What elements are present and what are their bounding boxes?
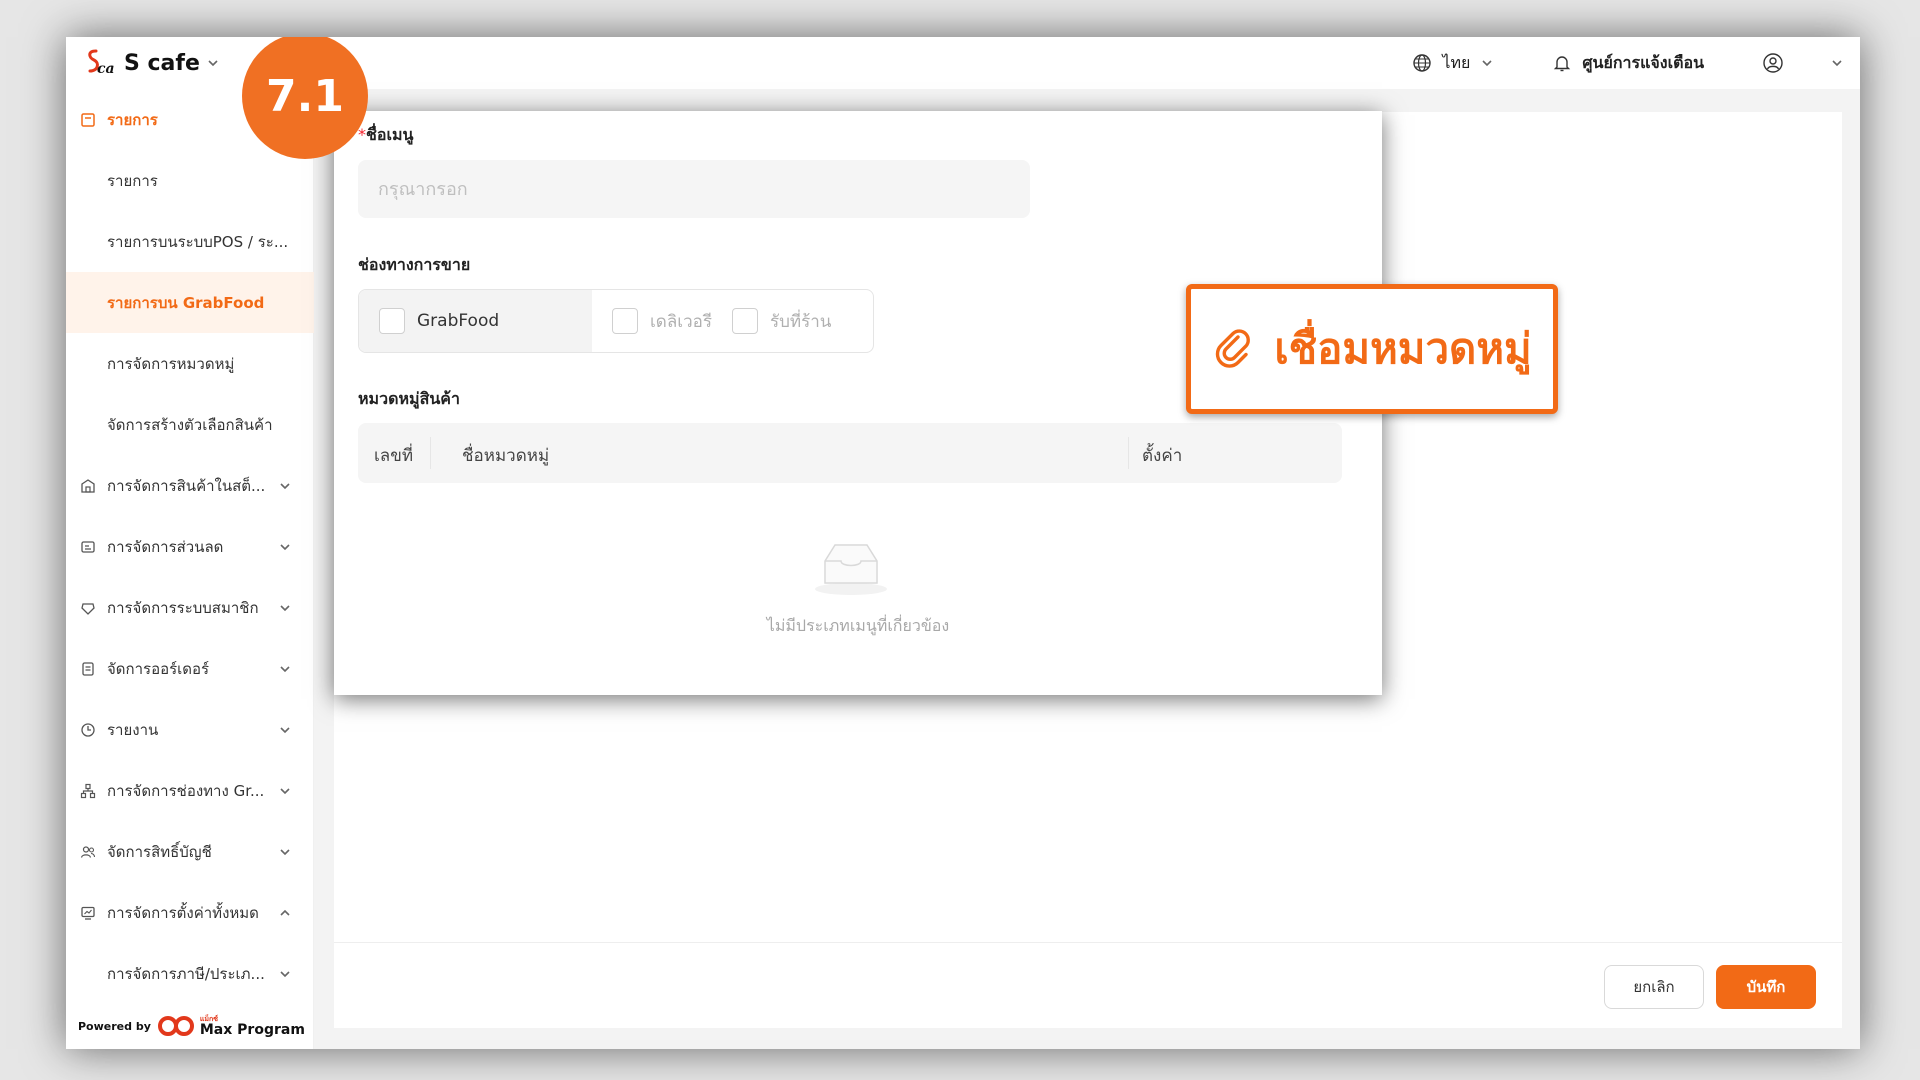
- sales-channel-group: GrabFood เดลิเวอรี รับที่ร้าน: [358, 289, 874, 353]
- chevron-down-icon: [280, 787, 290, 794]
- sidebar-item-label: จัดการสร้างตัวเลือกสินค้า: [107, 415, 273, 434]
- sidebar-subitem-grabfood[interactable]: รายการบน GrabFood: [66, 272, 314, 333]
- svg-text:ca: ca: [97, 61, 115, 77]
- settings-monitor-icon: [81, 906, 95, 920]
- user-avatar-icon[interactable]: [1762, 52, 1784, 74]
- sidebar-item-report[interactable]: รายงาน: [66, 699, 314, 760]
- chevron-up-icon: [280, 909, 290, 916]
- chevron-down-icon: [280, 726, 290, 733]
- chevron-down-icon[interactable]: [1830, 56, 1844, 70]
- link-category-callout: เชื่อมหมวดหมู่: [1186, 284, 1558, 414]
- sidebar-item-order[interactable]: จัดการออร์เดอร์: [66, 638, 314, 699]
- column-category-name: ชื่อหมวดหมู่: [462, 446, 550, 466]
- sidebar: รายการ รายการ รายการบนระบบPOS / ระ... รา…: [66, 89, 314, 1049]
- sidebar-item-stock[interactable]: การจัดการสินค้าในสต็...: [66, 455, 314, 516]
- menu-name-label-text: ชื่อเมนู: [366, 125, 414, 144]
- sidebar-item-label: การจัดการระบบสมาชิก: [107, 598, 259, 617]
- max-program-logo-icon: [157, 1016, 194, 1036]
- sidebar-item-member[interactable]: การจัดการระบบสมาชิก: [66, 577, 314, 638]
- max-program-logo: แม็กซ์ Max Program: [157, 1015, 305, 1037]
- category-table-header: เลขที่ ชื่อหมวดหมู่ ตั้งค่า: [358, 423, 1342, 483]
- chevron-down-icon: [280, 543, 290, 550]
- sidebar-subitem-options[interactable]: จัดการสร้างตัวเลือกสินค้า: [66, 394, 314, 455]
- sidebar-subitem-pos[interactable]: รายการบนระบบPOS / ระ...: [66, 211, 314, 272]
- channel-label: รับที่ร้าน: [770, 311, 832, 332]
- language-label: ไทย: [1442, 52, 1471, 72]
- app-switcher[interactable]: ca S cafe: [82, 47, 220, 79]
- callout-label: เชื่อมหมวดหมู่: [1274, 324, 1532, 373]
- powered-by: Powered by แม็กซ์ Max Program: [78, 1015, 305, 1037]
- link-icon: [1216, 329, 1251, 368]
- member-icon: [81, 602, 95, 615]
- category-label: หมวดหมู่สินค้า: [358, 389, 460, 408]
- menu-name-input[interactable]: [358, 160, 1030, 218]
- chevron-down-icon: [280, 604, 290, 611]
- sidebar-item-label: การจัดการตั้งค่าทั้งหมด: [107, 903, 259, 922]
- channel-delivery: เดลิเวอรี: [592, 290, 732, 352]
- globe-icon: [1413, 54, 1432, 72]
- channel-grabfood[interactable]: GrabFood: [359, 290, 592, 352]
- app-name: S cafe: [124, 50, 200, 76]
- sidebar-item-label: การจัดการช่องทาง Gr...: [107, 781, 265, 800]
- sidebar-item-label: รายการ: [107, 110, 158, 129]
- brand-label: Max Program: [199, 1021, 305, 1038]
- chevron-down-icon: [280, 665, 290, 672]
- chevron-down-icon: [208, 60, 218, 67]
- footer-divider: [334, 942, 1842, 943]
- sidebar-item-label: จัดการสิทธิ์บัญชี: [107, 842, 212, 861]
- sidebar-subitem-list[interactable]: รายการ: [66, 150, 314, 211]
- store-icon: [81, 478, 95, 493]
- channel-icon: [80, 783, 96, 798]
- save-button[interactable]: บันทึก: [1716, 965, 1816, 1009]
- empty-inbox-icon: [815, 544, 887, 595]
- delivery-checkbox: [612, 308, 638, 334]
- clock-report-icon: [81, 722, 95, 737]
- chevron-down-icon: [280, 970, 290, 977]
- sidebar-item-label: การจัดการสินค้าในสต็...: [107, 476, 266, 495]
- step-badge: 7.1: [242, 37, 368, 159]
- discount-icon: [81, 540, 95, 553]
- sidebar-item-label: รายการ: [107, 171, 158, 190]
- sidebar-subitem-tax[interactable]: การจัดการภาษี/ประเภ...: [66, 943, 314, 1004]
- top-right-controls: ไทย ศูนย์การแจ้งเตือน: [1412, 37, 1844, 89]
- sidebar-subitem-categories[interactable]: การจัดการหมวดหมู่: [66, 333, 314, 394]
- sidebar-item-label: จัดการออร์เดอร์: [107, 659, 210, 678]
- list-icon: [81, 112, 95, 127]
- grabfood-checkbox[interactable]: [379, 308, 405, 334]
- notification-label: ศูนย์การแจ้งเตือน: [1582, 52, 1704, 72]
- sidebar-item-label: รายการบนระบบPOS / ระ...: [107, 232, 289, 251]
- language-selector[interactable]: ไทย: [1412, 51, 1494, 76]
- empty-state-text: ไม่มีประเภทเมนูที่เกี่ยวข้อง: [766, 616, 950, 635]
- channel-pickup: รับที่ร้าน: [732, 290, 872, 352]
- channel-label: GrabFood: [417, 311, 500, 331]
- sidebar-item-label: การจัดการภาษี/ประเภ...: [107, 964, 265, 983]
- s-cafe-logo-icon: ca: [88, 49, 115, 77]
- sidebar-item-account[interactable]: จัดการสิทธิ์บัญชี: [66, 821, 314, 882]
- users-icon: [80, 845, 96, 858]
- chevron-down-icon: [280, 482, 290, 489]
- bell-icon: [1554, 56, 1571, 72]
- sidebar-item-channel[interactable]: การจัดการช่องทาง Gr...: [66, 760, 314, 821]
- sidebar-item-label: รายงาน: [107, 720, 159, 739]
- column-number: เลขที่: [374, 446, 414, 466]
- cancel-button[interactable]: ยกเลิก: [1604, 965, 1704, 1009]
- column-settings: ตั้งค่า: [1142, 446, 1183, 466]
- sidebar-item-label: การจัดการส่วนลด: [107, 537, 224, 556]
- sidebar-item-discount[interactable]: การจัดการส่วนลด: [66, 516, 314, 577]
- notification-center[interactable]: ศูนย์การแจ้งเตือน: [1552, 51, 1704, 76]
- app-window: ca S cafe ไทย ศูนย์การแจ้งเตือน รายการ ร…: [66, 37, 1860, 1049]
- channel-label: เดลิเวอรี: [650, 311, 712, 332]
- chevron-down-icon: [280, 848, 290, 855]
- sidebar-item-label: รายการบน GrabFood: [107, 293, 265, 312]
- chevron-down-icon: [1482, 60, 1492, 67]
- sidebar-item-label: การจัดการหมวดหมู่: [107, 354, 235, 373]
- menu-name-label: *ชื่อเมนู: [358, 123, 413, 148]
- sidebar-item-settings[interactable]: การจัดการตั้งค่าทั้งหมด: [66, 882, 314, 943]
- order-icon: [82, 661, 94, 676]
- pickup-checkbox: [732, 308, 758, 334]
- channels-label: ช่องทางการขาย: [358, 255, 471, 274]
- powered-by-label: Powered by: [78, 1019, 151, 1033]
